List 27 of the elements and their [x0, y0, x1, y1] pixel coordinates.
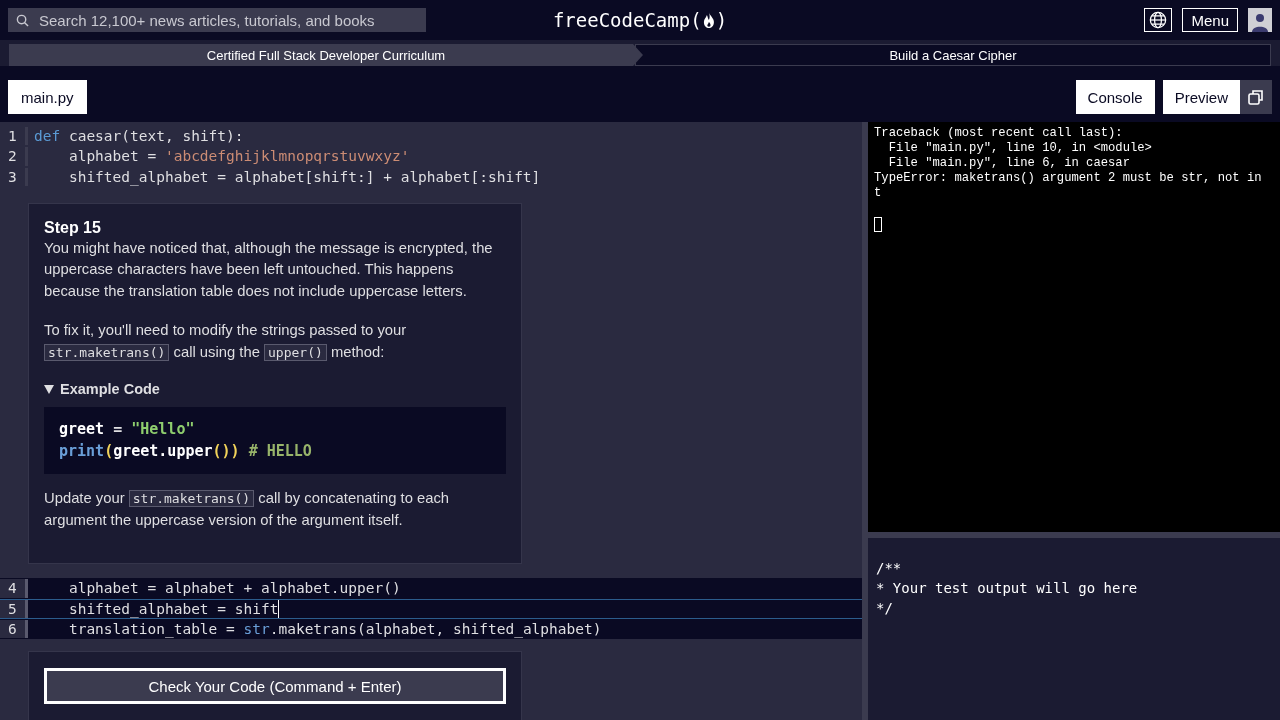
popout-icon[interactable] [1240, 80, 1272, 114]
flame-icon [701, 11, 716, 29]
console-button[interactable]: Console [1075, 80, 1155, 114]
search-field[interactable]: Search 12,100+ news articles, tutorials, and books [8, 8, 426, 32]
step-paragraph: Update your str.maketrans() call by concatenating to each argument the uppercase version of the argument itself. [44, 489, 451, 530]
breadcrumb-link[interactable]: Certified Full Stack Developer Curriculum [9, 44, 643, 66]
globe-button[interactable] [1144, 8, 1173, 32]
console-output: Traceback (most recent call last): File "main.py", line 10, in <module> File "main.py", line 6, in caesar TypeError: maketrans() argument 2 must be str, not in t [868, 122, 1280, 538]
terminal-cursor [874, 217, 882, 232]
example-toggle[interactable]: Example Code [44, 381, 160, 398]
menu-button[interactable]: Menu [1182, 8, 1238, 32]
step-paragraph: To fix it, you'll need to modify the strings passed to your str.maketrans() call using the upper() method: [44, 321, 408, 363]
check-code-button[interactable]: Check Your Code (Command + Enter) [44, 668, 506, 704]
site-logo[interactable]: freeCodeCamp( ) [552, 9, 728, 31]
search-icon [16, 13, 29, 27]
code-line[interactable]: 2 alphabet = 'abcdefghijklmnopqrstuvwxyz' [0, 146, 862, 167]
code-line[interactable]: 1 def caesar(text, shift): [0, 126, 862, 147]
step-title: Step 15 [44, 217, 102, 238]
triangle-icon [44, 384, 54, 394]
example-code: greet = "Hello" print(greet.upper()) # HELLO [44, 407, 506, 475]
globe-icon [1149, 11, 1168, 29]
avatar-icon[interactable] [1248, 8, 1272, 32]
step-paragraph: You might have noticed that, although the message is encrypted, the uppercase characters have been left untouched. This happens because the translation table does not include uppercase letters. [44, 238, 494, 301]
breadcrumb-link[interactable]: Build a Caesar Cipher [635, 44, 1271, 66]
preview-button[interactable]: Preview [1162, 80, 1272, 114]
code-line[interactable]: 3 shifted_alphabet = alphabet[shift:] + alphabet[:shift] [0, 166, 862, 187]
file-tab[interactable]: main.py [8, 80, 87, 114]
